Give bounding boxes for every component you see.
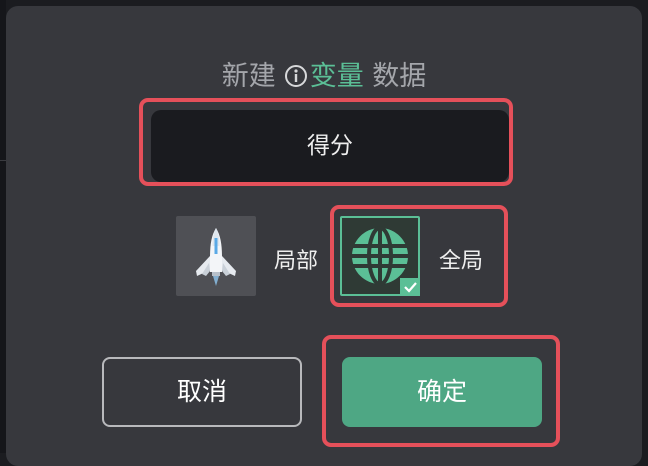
title-suffix: 数据 xyxy=(372,61,427,92)
dialog-title: 新建 变量 数据 xyxy=(6,54,642,95)
scope-global-option[interactable] xyxy=(340,216,420,296)
new-variable-dialog: 新建 变量 数据 得分 局部 全局 取消 确定 xyxy=(6,6,642,466)
check-icon xyxy=(404,282,417,293)
variable-name-input[interactable]: 得分 xyxy=(151,110,509,182)
title-term: 变量 xyxy=(309,61,364,92)
title-prefix: 新建 xyxy=(221,61,276,92)
confirm-button[interactable]: 确定 xyxy=(342,357,542,427)
scope-global-label[interactable]: 全局 xyxy=(439,243,483,275)
rocket-icon xyxy=(196,228,236,286)
info-icon[interactable] xyxy=(284,64,308,95)
selected-check-badge xyxy=(400,278,420,296)
cancel-button[interactable]: 取消 xyxy=(102,357,302,427)
scope-local-option[interactable] xyxy=(176,216,256,296)
scope-local-label[interactable]: 局部 xyxy=(274,243,318,275)
